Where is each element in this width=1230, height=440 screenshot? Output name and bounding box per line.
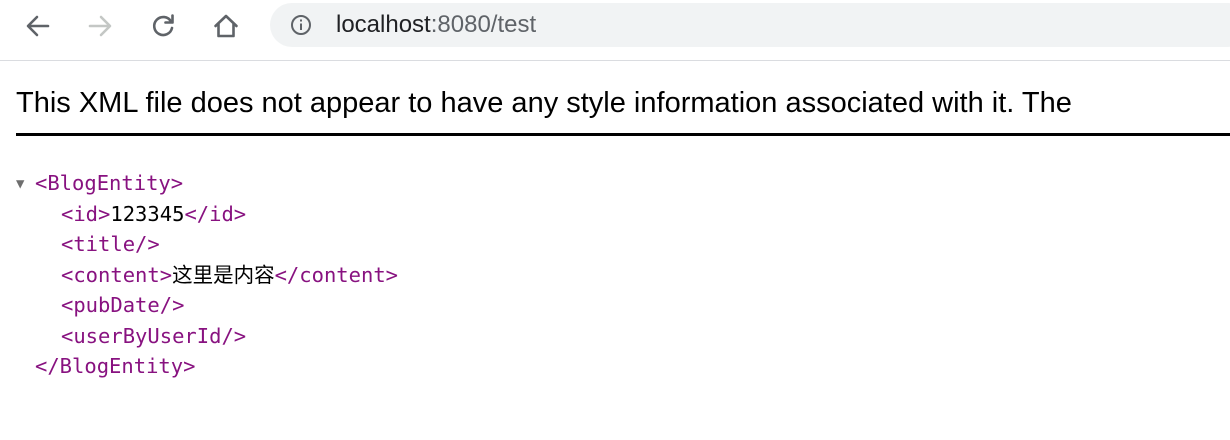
xml-tag: <id> [61,201,111,226]
xml-line-title: <title/> [16,229,398,260]
reload-icon [152,14,174,37]
collapse-arrow-icon[interactable]: ▼ [16,169,35,200]
back-button[interactable] [18,6,58,46]
forward-button[interactable] [80,6,120,46]
xml-line-pubdate: <pubDate/> [16,290,398,321]
xml-text-value: 123345 [110,201,185,226]
address-bar[interactable]: localhost:8080/test [270,3,1230,47]
xml-tree: ▼ <BlogEntity> <id>123345</id> <title/> <… [16,168,398,382]
xml-tag: <content> [61,262,173,287]
xml-line-id: <id>123345</id> [16,199,398,230]
reload-button[interactable] [143,6,183,46]
home-button[interactable] [206,6,246,46]
toolbar-divider [0,60,1230,61]
xml-line-root-open[interactable]: ▼ <BlogEntity> [16,168,398,199]
xml-tag: <title/> [61,232,160,256]
xml-tag: </BlogEntity> [35,354,196,378]
url-host: localhost [336,11,431,38]
xml-line-userbyuserid: <userByUserId/> [16,321,398,352]
xml-tag: <BlogEntity> [35,171,184,195]
xml-text-value: 这里是内容 [172,262,275,287]
arrow-left-icon [26,15,50,37]
xml-style-notice: This XML file does not appear to have an… [16,87,1072,119]
arrow-right-icon [88,15,112,37]
url-path: :8080/test [430,11,537,38]
xml-tag: <pubDate/> [61,293,185,317]
notice-divider [16,133,1230,136]
home-icon [214,14,238,38]
xml-tag: </content> [274,262,399,287]
xml-tag: </id> [184,201,247,226]
xml-tag: <userByUserId/> [61,323,247,348]
xml-line-root-close: </BlogEntity> [16,351,398,382]
xml-line-content: <content>这里是内容</content> [16,260,398,291]
info-icon[interactable] [290,14,312,36]
browser-toolbar: localhost:8080/test [0,0,1230,52]
url-text[interactable]: localhost:8080/test [336,12,536,38]
